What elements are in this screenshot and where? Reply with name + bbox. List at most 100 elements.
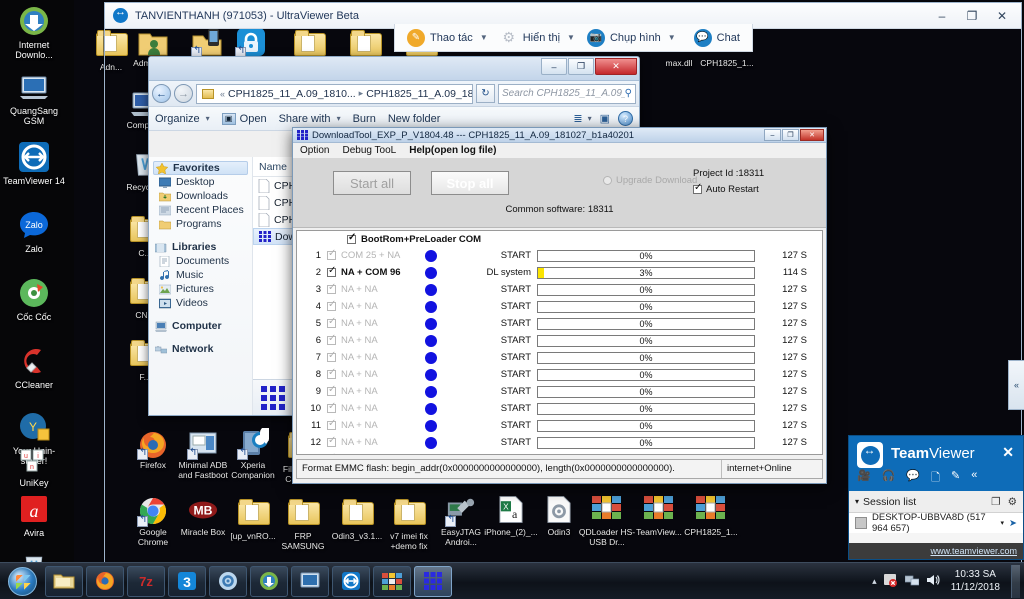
menu-help-open-log-file[interactable]: Help(open log file): [409, 145, 496, 156]
forward-button[interactable]: →: [174, 84, 193, 103]
stop-all-button[interactable]: Stop all: [431, 171, 509, 195]
ultraviewer-side-collapse-tab[interactable]: «: [1008, 360, 1024, 410]
table-row[interactable]: 8 NA + NA START 0% 127 S: [297, 366, 822, 383]
volume-tray-icon[interactable]: [926, 573, 940, 590]
table-row[interactable]: 6 NA + NA START 0% 127 S: [297, 332, 822, 349]
table-row[interactable]: 10 NA + NA START 0% 127 S: [297, 400, 822, 417]
desktop-icon-ccleaner[interactable]: CCleaner: [2, 344, 66, 390]
help-icon[interactable]: ?: [618, 111, 633, 126]
checkbox-icon[interactable]: [327, 299, 336, 311]
taskbar-item-idm[interactable]: [250, 565, 288, 597]
clock[interactable]: 10:33 SA 11/12/2018: [947, 568, 1004, 594]
row-port[interactable]: NA + NA: [327, 299, 407, 312]
checkbox-icon[interactable]: [327, 401, 336, 413]
uv-tool-chup-hinh[interactable]: 📷 Chụp hình ▼: [583, 27, 680, 49]
row-port[interactable]: NA + NA: [327, 384, 407, 397]
gear-icon[interactable]: ⚙: [1008, 496, 1017, 508]
dt-maximize-button[interactable]: ❐: [782, 129, 799, 141]
taskbar-item-ultraviewer[interactable]: [291, 565, 329, 597]
chevron-down-icon[interactable]: ▼: [668, 33, 676, 42]
checkbox-icon[interactable]: [327, 248, 336, 260]
taskbar-item-downloadtool[interactable]: [414, 565, 452, 597]
start-button[interactable]: [2, 565, 42, 598]
table-row[interactable]: 11 NA + NA START 0% 127 S: [297, 417, 822, 434]
checkbox-icon[interactable]: [327, 435, 336, 447]
open-button[interactable]: ▣ Open: [221, 112, 267, 125]
show-hidden-icons-button[interactable]: ▴: [872, 576, 877, 587]
desktop-icon-unikey[interactable]: uin UniKey: [2, 442, 66, 488]
explorer-close-button[interactable]: ✕: [595, 58, 637, 75]
maximize-button[interactable]: ❐: [957, 4, 987, 28]
row-port[interactable]: NA + NA: [327, 418, 407, 431]
row-port[interactable]: NA + COM 96: [327, 265, 407, 278]
whiteboard-pen-icon[interactable]: ✎: [951, 469, 960, 488]
desktop-icon-internet-download-manager[interactable]: Internet Downlo...: [2, 4, 66, 60]
row-port[interactable]: NA + NA: [327, 435, 407, 448]
collapse-icon[interactable]: «: [971, 469, 977, 488]
checkbox-icon[interactable]: [327, 418, 336, 430]
taskbar-item-settings[interactable]: [209, 565, 247, 597]
organize-button[interactable]: Organize ▾: [155, 113, 210, 125]
minimize-button[interactable]: –: [927, 4, 957, 28]
session-list-item[interactable]: DESKTOP-UBBVA8D (517 964 657) ▾ ➤: [849, 512, 1023, 534]
uv-tool-hien-thi[interactable]: ⚙ Hiển thị ▼: [496, 27, 579, 49]
burn-button[interactable]: Burn: [353, 113, 376, 125]
sidebar-item-computer[interactable]: Computer: [153, 319, 252, 333]
menu-option[interactable]: Option: [300, 145, 329, 156]
table-row[interactable]: 2 NA + COM 96 DL system 3% 114 S: [297, 264, 822, 281]
downloadtool-titlebar[interactable]: DownloadTool_EXP_P_V1804.48 --- CPH1825_…: [293, 128, 826, 143]
checkbox-icon[interactable]: [327, 384, 336, 396]
upgrade-download-radio[interactable]: Upgrade Download: [603, 175, 697, 186]
taskbar-item-winrar[interactable]: [373, 565, 411, 597]
downloadtool-port-grid[interactable]: BootRom+PreLoader COM 1 COM 25 + NA STAR…: [296, 230, 823, 455]
view-mode-icon[interactable]: ≣: [573, 112, 582, 125]
uv-tool-chat[interactable]: 💬 Chat: [690, 27, 744, 49]
chevron-down-icon[interactable]: ▼: [480, 33, 488, 42]
taskbar-item-teamviewer[interactable]: [332, 565, 370, 597]
headset-icon[interactable]: 🎧: [882, 469, 896, 488]
row-port[interactable]: NA + NA: [327, 316, 407, 329]
checkbox-icon[interactable]: [327, 316, 336, 328]
sidebar-item-desktop[interactable]: Desktop: [153, 175, 252, 189]
breadcrumb-item-2[interactable]: CPH1825_11_A.09_181027_b1a40201: [366, 88, 472, 100]
address-bar[interactable]: « CPH1825_11_A.09_1810... ▸ CPH1825_11_A…: [196, 83, 473, 104]
dt-close-button[interactable]: ✕: [800, 129, 824, 141]
row-port[interactable]: NA + NA: [327, 282, 407, 295]
row-port[interactable]: NA + NA: [327, 401, 407, 414]
show-desktop-button[interactable]: [1011, 564, 1020, 598]
dt-minimize-button[interactable]: –: [764, 129, 781, 141]
table-row[interactable]: 13 NA + NA START 0% 127 S: [297, 451, 822, 454]
desktop-icon-quangsang-gsm[interactable]: QuangSang GSM: [2, 70, 66, 126]
grid-header-bootrom-preloader[interactable]: BootRom+PreLoader COM: [297, 231, 822, 247]
desktop-icon-avira[interactable]: a Avira: [2, 492, 66, 538]
table-row[interactable]: 4 NA + NA START 0% 127 S: [297, 298, 822, 315]
chevron-down-icon[interactable]: ▼: [567, 33, 575, 42]
row-port[interactable]: NA + NA: [327, 350, 407, 363]
chevron-down-icon[interactable]: ▾: [1001, 519, 1005, 527]
sidebar-item-videos[interactable]: Videos: [153, 296, 252, 310]
sidebar-item-downloads[interactable]: Downloads: [153, 189, 252, 203]
sidebar-item-recent-places[interactable]: Recent Places: [153, 203, 252, 217]
checkbox-icon[interactable]: [327, 265, 336, 277]
table-row[interactable]: 12 NA + NA START 0% 127 S: [297, 434, 822, 451]
share-with-button[interactable]: Share with ▾: [279, 113, 341, 125]
preview-pane-icon[interactable]: ▣: [600, 112, 610, 125]
close-button[interactable]: ✕: [987, 4, 1017, 28]
desktop-icon-teamviewer-14[interactable]: TeamViewer 14: [2, 140, 66, 186]
popout-icon[interactable]: ❐: [991, 496, 1000, 508]
antivirus-tray-icon[interactable]: [883, 573, 898, 590]
chat-bubble-icon[interactable]: 💬: [906, 469, 920, 488]
explorer-titlebar[interactable]: – ❐ ✕: [149, 57, 639, 81]
desktop-icon-zalo[interactable]: Zalo Zalo: [2, 208, 66, 254]
explorer-maximize-button[interactable]: ❐: [568, 58, 594, 75]
explorer-minimize-button[interactable]: –: [541, 58, 567, 75]
row-port[interactable]: NA + NA: [327, 367, 407, 380]
sidebar-item-network[interactable]: Network: [153, 342, 252, 356]
auto-restart-checkbox[interactable]: Auto Restart: [693, 182, 759, 195]
row-port[interactable]: NA + NA: [327, 333, 407, 346]
sidebar-item-music[interactable]: Music: [153, 268, 252, 282]
desktop-icon-coccoc[interactable]: Cốc Cốc: [2, 276, 66, 322]
checkbox-icon[interactable]: [327, 282, 336, 294]
session-list-header[interactable]: ▾ Session list ❐ ⚙: [849, 491, 1023, 513]
sidebar-item-favorites[interactable]: Favorites: [153, 161, 248, 175]
